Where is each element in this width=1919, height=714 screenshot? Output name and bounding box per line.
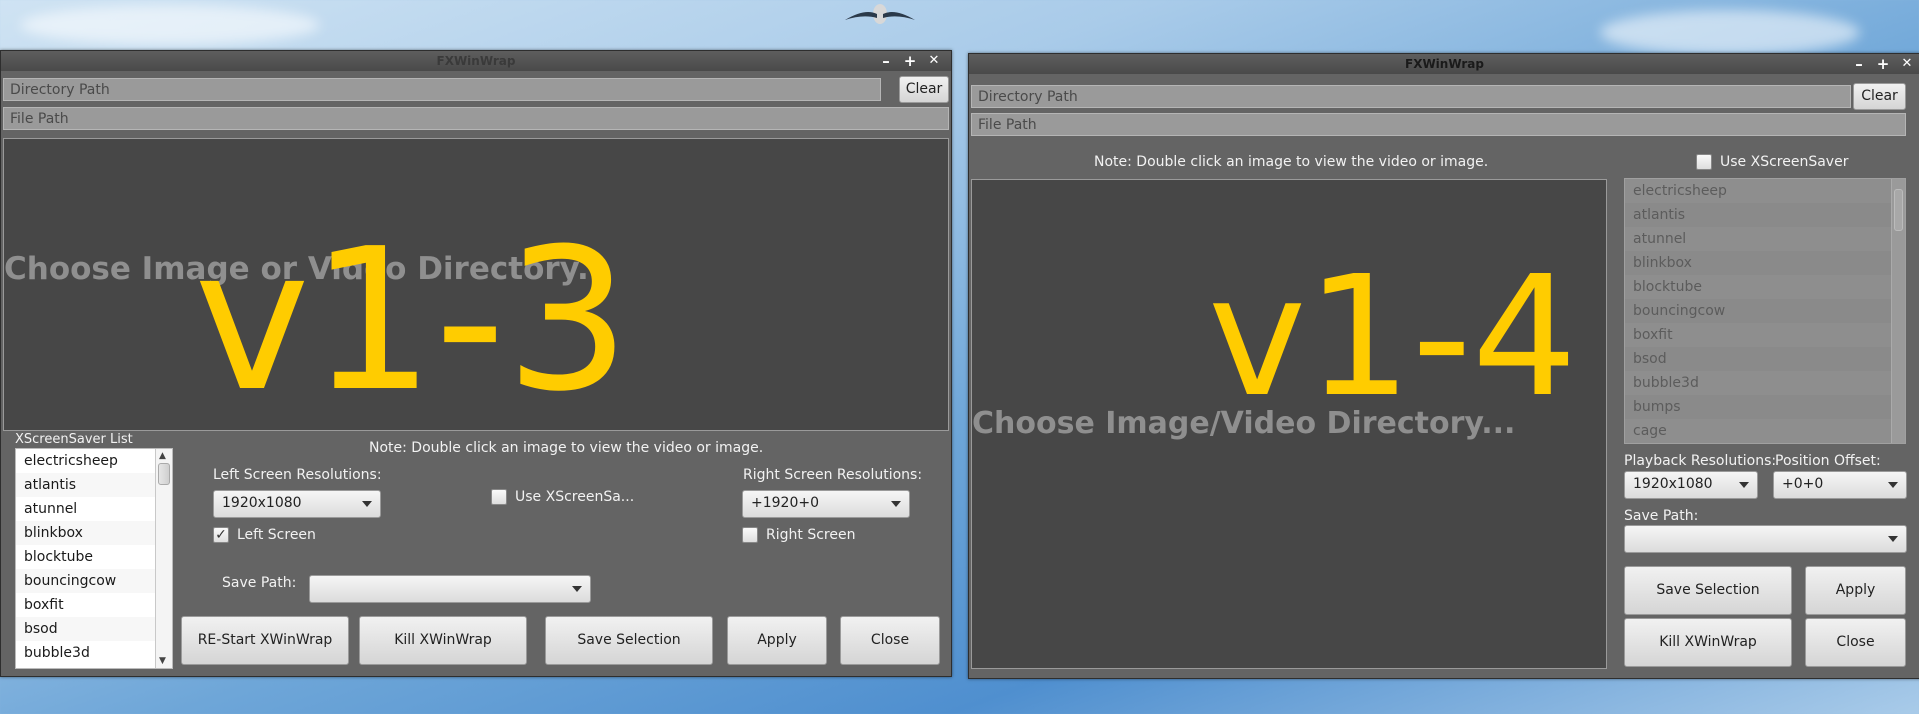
chevron-down-icon xyxy=(572,586,582,592)
save-selection-button[interactable]: Save Selection xyxy=(545,616,713,665)
save-path-label: Save Path: xyxy=(1624,508,1699,524)
window-title: FXWinWrap xyxy=(436,54,516,68)
left-resolution-value: 1920x1080 xyxy=(222,495,302,511)
playback-resolutions-label: Playback Resolutions: xyxy=(1624,453,1777,469)
list-item[interactable]: electricsheep xyxy=(1625,179,1905,203)
list-item[interactable]: boxfit xyxy=(1625,323,1905,347)
apply-button[interactable]: Apply xyxy=(1805,566,1906,615)
minimize-icon[interactable]: – xyxy=(1850,55,1868,73)
right-resolution-dropdown[interactable]: +1920+0 xyxy=(742,490,910,518)
list-item[interactable]: blocktube xyxy=(16,545,172,569)
cloud-decoration xyxy=(1600,10,1860,55)
left-screen-resolutions-label: Left Screen Resolutions: xyxy=(213,467,382,483)
bird-icon xyxy=(845,4,915,24)
list-item[interactable]: bubble3d xyxy=(1625,371,1905,395)
list-item[interactable]: electricsheep xyxy=(16,449,172,473)
preview-area[interactable]: Choose Image/Video Directory... v1-4 xyxy=(971,179,1607,669)
apply-button[interactable]: Apply xyxy=(727,616,827,665)
screensaver-list[interactable]: electricsheep atlantis atunnel blinkbox bloc… xyxy=(15,448,173,669)
chevron-down-icon xyxy=(1739,482,1749,488)
close-button[interactable]: Close xyxy=(840,616,940,665)
left-resolution-dropdown[interactable]: 1920x1080 xyxy=(213,490,381,518)
screensaver-list[interactable]: electricsheep atlantis atunnel blinkbox bloc… xyxy=(1624,178,1906,444)
kill-xwinwrap-button[interactable]: Kill XWinWrap xyxy=(359,616,527,665)
file-path-field[interactable]: File Path xyxy=(3,107,949,130)
use-xscreensaver-label: Use XScreenSa... xyxy=(515,489,635,505)
list-item[interactable]: bouncingcow xyxy=(16,569,172,593)
title-bar[interactable]: FXWinWrap – + ✕ xyxy=(1,51,951,71)
use-xscreensaver-label: Use XScreenSaver xyxy=(1720,154,1849,170)
chevron-down-icon xyxy=(362,501,372,507)
clear-button[interactable]: Clear xyxy=(899,76,949,103)
minimize-icon[interactable]: – xyxy=(877,52,895,70)
list-scrollbar[interactable]: ▲ ▼ xyxy=(155,449,172,668)
preview-area[interactable]: Choose Image or Video Directory... v1-3 xyxy=(3,138,949,431)
version-label: v1-3 xyxy=(194,207,631,431)
list-item[interactable]: atlantis xyxy=(1625,203,1905,227)
note-text: Note: Double click an image to view the … xyxy=(1094,154,1489,170)
save-path-dropdown[interactable] xyxy=(309,575,591,603)
list-scrollbar[interactable] xyxy=(1891,179,1905,443)
playback-resolution-dropdown[interactable]: 1920x1080 xyxy=(1624,471,1758,499)
chevron-down-icon xyxy=(891,501,901,507)
right-window: FXWinWrap – + ✕ Directory Path Clear Fil… xyxy=(968,53,1919,679)
list-item[interactable]: blinkbox xyxy=(1625,251,1905,275)
left-window: FXWinWrap – + ✕ Directory Path Clear Fil… xyxy=(0,50,952,677)
clear-button[interactable]: Clear xyxy=(1853,83,1906,110)
list-item[interactable]: bouncingcow xyxy=(1625,299,1905,323)
save-path-dropdown[interactable] xyxy=(1624,525,1907,553)
list-item[interactable]: bumps xyxy=(1625,395,1905,419)
chevron-down-icon xyxy=(1888,482,1898,488)
save-path-label: Save Path: xyxy=(222,575,297,591)
list-item[interactable]: bubble3d xyxy=(16,641,172,665)
close-icon[interactable]: ✕ xyxy=(925,52,943,70)
version-label: v1-4 xyxy=(1208,241,1578,434)
window-title: FXWinWrap xyxy=(1405,57,1484,71)
use-xscreensaver-checkbox[interactable] xyxy=(1696,154,1712,170)
right-resolution-value: +1920+0 xyxy=(751,495,819,511)
position-offset-value: +0+0 xyxy=(1782,476,1824,492)
close-button[interactable]: Close xyxy=(1805,618,1906,667)
list-item[interactable]: atlantis xyxy=(16,473,172,497)
directory-path-field[interactable]: Directory Path xyxy=(971,85,1851,108)
right-screen-resolutions-label: Right Screen Resolutions: xyxy=(743,467,923,483)
list-item[interactable]: bsod xyxy=(16,617,172,641)
title-bar[interactable]: FXWinWrap – + ✕ xyxy=(969,54,1919,74)
note-text: Note: Double click an image to view the … xyxy=(369,440,764,456)
directory-path-field[interactable]: Directory Path xyxy=(3,78,881,101)
list-item[interactable]: bsod xyxy=(1625,347,1905,371)
screensaver-list-title: XScreenSaver List xyxy=(15,432,133,447)
list-item[interactable]: cage xyxy=(1625,419,1905,443)
save-selection-button[interactable]: Save Selection xyxy=(1624,566,1792,615)
maximize-icon[interactable]: + xyxy=(901,52,919,70)
cloud-decoration xyxy=(20,5,320,45)
right-screen-checkbox[interactable] xyxy=(742,527,758,543)
scrollbar-thumb[interactable] xyxy=(1894,189,1903,231)
playback-resolution-value: 1920x1080 xyxy=(1633,476,1713,492)
file-path-field[interactable]: File Path xyxy=(971,113,1906,136)
scroll-down-icon[interactable]: ▼ xyxy=(159,656,166,666)
left-screen-label: Left Screen xyxy=(237,527,316,543)
use-xscreensaver-checkbox[interactable] xyxy=(491,489,507,505)
scroll-up-icon[interactable]: ▲ xyxy=(159,451,166,461)
left-screen-checkbox[interactable]: ✓ xyxy=(213,527,229,543)
list-item[interactable]: atunnel xyxy=(1625,227,1905,251)
scrollbar-thumb[interactable] xyxy=(158,463,170,485)
position-offset-label: Position Offset: xyxy=(1775,453,1881,469)
position-offset-dropdown[interactable]: +0+0 xyxy=(1773,471,1907,499)
maximize-icon[interactable]: + xyxy=(1874,55,1892,73)
close-icon[interactable]: ✕ xyxy=(1898,55,1916,73)
list-item[interactable]: atunnel xyxy=(16,497,172,521)
list-item[interactable]: blinkbox xyxy=(16,521,172,545)
restart-xwinwrap-button[interactable]: RE-Start XWinWrap xyxy=(181,616,349,665)
right-screen-label: Right Screen xyxy=(766,527,856,543)
chevron-down-icon xyxy=(1888,536,1898,542)
kill-xwinwrap-button[interactable]: Kill XWinWrap xyxy=(1624,618,1792,667)
list-item[interactable]: boxfit xyxy=(16,593,172,617)
list-item[interactable]: blocktube xyxy=(1625,275,1905,299)
